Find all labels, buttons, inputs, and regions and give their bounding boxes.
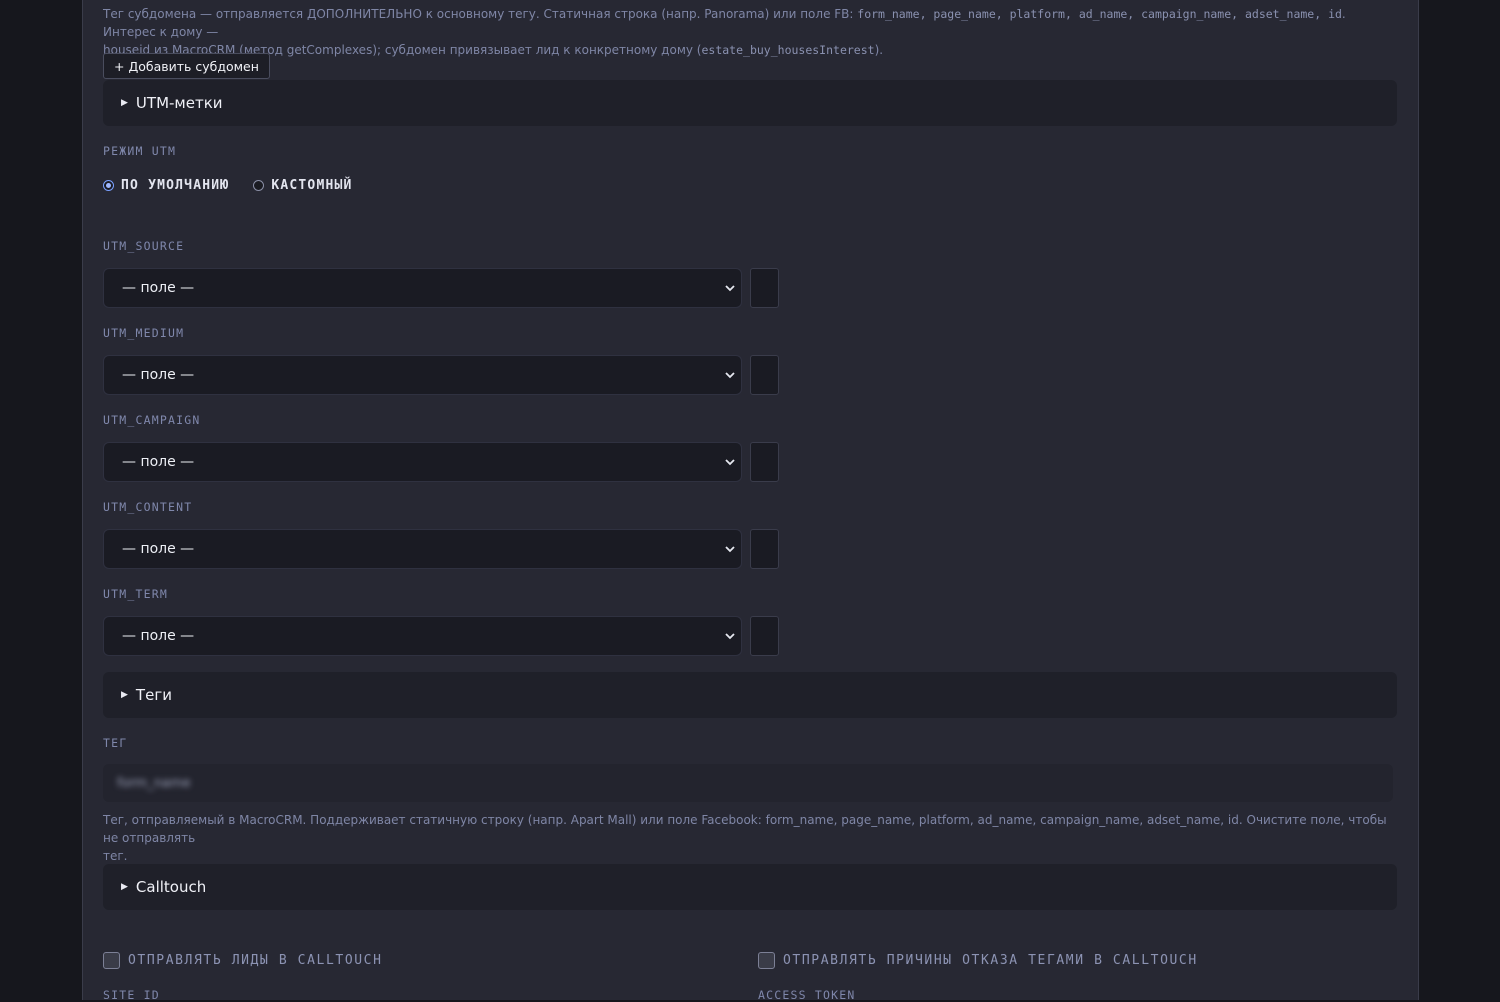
- chevron-down-icon: [723, 455, 737, 469]
- utm-source-label: utm_source: [103, 239, 185, 253]
- utm-source-value: — поле —: [122, 280, 195, 296]
- tag-input-value: form_name: [117, 775, 191, 791]
- radio-utm-custom-label[interactable]: Кастомный: [271, 178, 352, 193]
- subdomain-hint: Тег субдомена — отправляется ДОПОЛНИТЕЛЬ…: [103, 5, 1398, 59]
- send-leads-calltouch-checkbox[interactable]: [103, 952, 120, 969]
- utm-mode-label: Режим UTM: [103, 144, 177, 158]
- utm-medium-value: — поле —: [122, 367, 195, 383]
- send-reasons-calltouch-label[interactable]: Отправлять причины отказа тегами в Callt…: [783, 953, 1198, 968]
- send-leads-calltouch-option[interactable]: Отправлять лиды в Calltouch: [103, 952, 383, 969]
- section-utm-toggle[interactable]: ▶ UTM-метки: [103, 80, 1397, 126]
- utm-content-extra-input[interactable]: [750, 529, 779, 569]
- radio-utm-custom[interactable]: [253, 180, 265, 191]
- utm-term-select[interactable]: — поле —: [103, 616, 742, 656]
- chevron-down-icon: [723, 281, 737, 295]
- radio-utm-default[interactable]: [103, 180, 114, 191]
- triangle-right-icon: ▶: [121, 690, 128, 700]
- section-calltouch-toggle[interactable]: ▶ Calltouch: [103, 864, 1397, 910]
- chevron-down-icon: [723, 542, 737, 556]
- utm-mode-radio-group: По умолчанию Кастомный: [103, 178, 353, 193]
- utm-term-label: utm_term: [103, 587, 168, 601]
- tag-input[interactable]: form_name: [103, 764, 1393, 802]
- triangle-right-icon: ▶: [121, 882, 128, 892]
- utm-campaign-label: utm_campaign: [103, 413, 201, 427]
- send-reasons-calltouch-option[interactable]: Отправлять причины отказа тегами в Callt…: [758, 952, 1198, 969]
- send-reasons-calltouch-checkbox[interactable]: [758, 952, 775, 969]
- subdomain-hint-line-1: Тег субдомена — отправляется ДОПОЛНИТЕЛЬ…: [103, 7, 1346, 39]
- utm-campaign-select[interactable]: — поле —: [103, 442, 742, 482]
- tag-hint-line-1: Тег, отправляемый в MacroCRM. Поддержива…: [103, 813, 1387, 845]
- utm-medium-extra-input[interactable]: [750, 355, 779, 395]
- utm-source-extra-input[interactable]: [750, 268, 779, 308]
- tag-hint-line-2: тег.: [103, 849, 128, 863]
- send-leads-calltouch-label[interactable]: Отправлять лиды в Calltouch: [128, 953, 383, 968]
- utm-content-label: utm_content: [103, 500, 193, 514]
- utm-source-select[interactable]: — поле —: [103, 268, 742, 308]
- settings-panel: Тег субдомена — отправляется ДОПОЛНИТЕЛЬ…: [82, 0, 1419, 1002]
- tag-label: Тег: [103, 736, 128, 750]
- section-tags-toggle[interactable]: ▶ Теги: [103, 672, 1397, 718]
- utm-term-extra-input[interactable]: [750, 616, 779, 656]
- section-calltouch-title: Calltouch: [135, 878, 207, 896]
- tag-hint: Тег, отправляемый в MacroCRM. Поддержива…: [103, 811, 1398, 865]
- utm-medium-select[interactable]: — поле —: [103, 355, 742, 395]
- subdomain-hint-line-2: houseid из MacroCRM (метод getComplexes)…: [103, 43, 884, 57]
- section-tags-title: Теги: [135, 686, 172, 704]
- utm-content-select[interactable]: — поле —: [103, 529, 742, 569]
- chevron-down-icon: [723, 368, 737, 382]
- add-subdomain-button[interactable]: + Добавить субдомен: [103, 53, 270, 79]
- chevron-down-icon: [723, 629, 737, 643]
- utm-campaign-extra-input[interactable]: [750, 442, 779, 482]
- radio-utm-default-label[interactable]: По умолчанию: [121, 178, 229, 193]
- utm-campaign-value: — поле —: [122, 454, 195, 470]
- utm-medium-label: utm_medium: [103, 326, 185, 340]
- section-utm-title: UTM-метки: [135, 94, 223, 112]
- utm-content-value: — поле —: [122, 541, 195, 557]
- utm-term-value: — поле —: [122, 628, 195, 644]
- triangle-right-icon: ▶: [121, 98, 128, 108]
